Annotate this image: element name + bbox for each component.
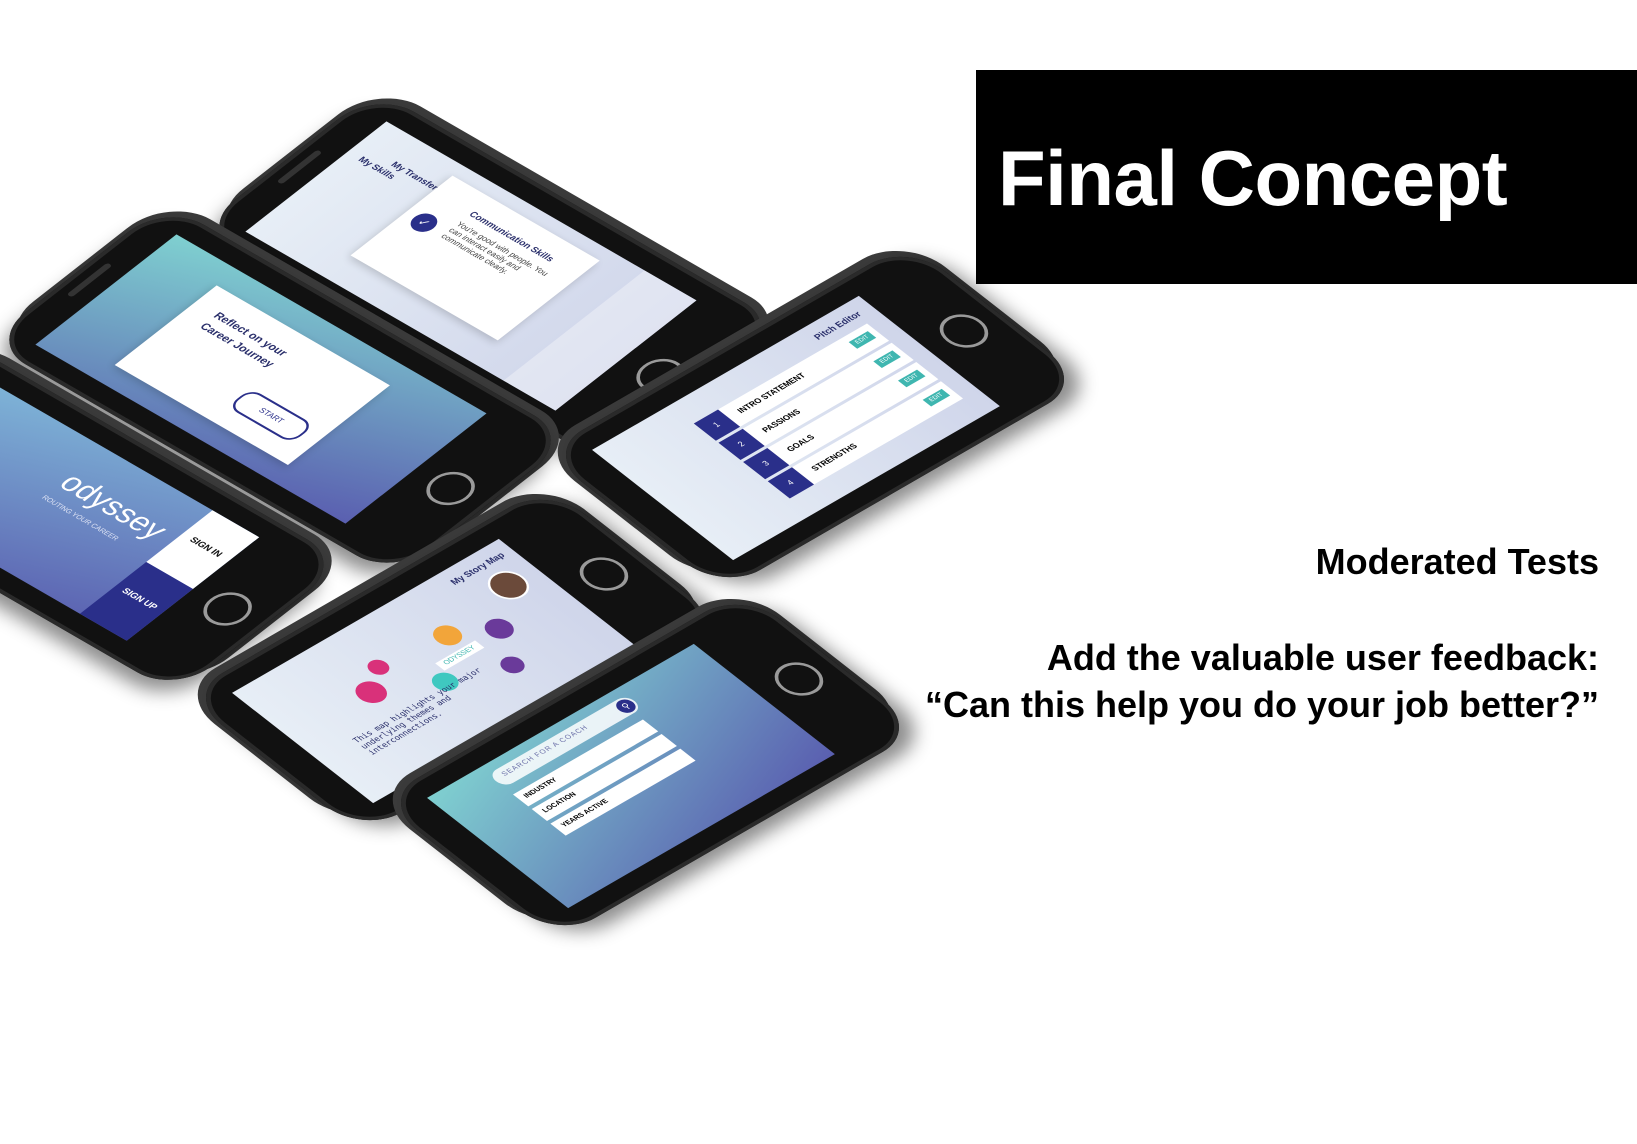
start-button[interactable]: START — [226, 388, 315, 444]
feedback-quote: Add the valuable user feedback: “Can thi… — [925, 634, 1599, 728]
search-icon[interactable]: ⚲ — [612, 696, 640, 716]
section-subhead: Moderated Tests — [1315, 541, 1599, 582]
map-node — [427, 621, 469, 650]
feedback-line-1: Add the valuable user feedback: — [1046, 637, 1599, 678]
map-node — [478, 614, 520, 643]
page-title: Final Concept — [998, 134, 1508, 222]
row-label: GOALS — [784, 433, 817, 454]
edit-badge[interactable]: EDIT — [873, 350, 901, 368]
map-node — [348, 677, 394, 708]
feedback-line-2: “Can this help you do your job better?” — [924, 684, 1599, 725]
check-icon: ✓ — [405, 209, 443, 236]
coach-filter-list: INDUSTRY LOCATION YEARS ACTIVE — [512, 719, 696, 836]
map-node — [362, 656, 394, 678]
edit-badge[interactable]: EDIT — [848, 331, 877, 349]
edit-badge[interactable]: EDIT — [922, 388, 951, 407]
edit-badge[interactable]: EDIT — [898, 369, 926, 388]
